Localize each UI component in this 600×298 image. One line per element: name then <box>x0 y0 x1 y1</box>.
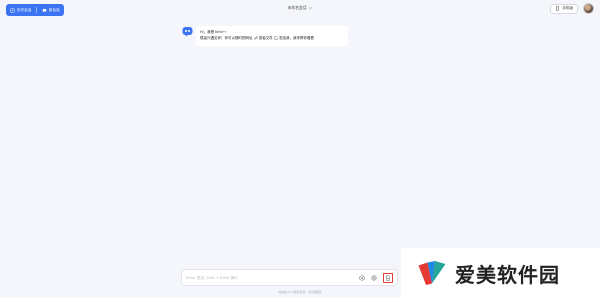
kimi-bot-icon <box>182 27 193 37</box>
assistant-message-bubble: Hi，我是 Kimi～ 很高兴遇见你！你可以随时把网址 或者文件 发给我，我来帮… <box>196 26 348 46</box>
conversation-title: 未命名会话 <box>287 5 307 10</box>
intro-text-part3: 发给我，我来帮你看看 <box>279 36 314 40</box>
new-chat-label: 新会话 <box>48 7 60 12</box>
intro-line: 很高兴遇见你！你可以随时把网址 或者文件 发给我，我来帮你看看 <box>200 35 344 41</box>
top-right-group: 手机版 <box>550 3 594 14</box>
history-button[interactable]: 历史会话 <box>10 8 31 13</box>
upload-file-button[interactable] <box>383 272 393 283</box>
message-composer <box>181 269 398 286</box>
conversation-title-dropdown[interactable]: 未命名会话 <box>288 5 313 11</box>
top-left-button-group: 历史会话 新会话 <box>6 4 64 16</box>
divider <box>36 7 37 13</box>
user-avatar[interactable] <box>583 3 594 14</box>
phone-version-button[interactable]: 手机版 <box>550 3 578 14</box>
model-settings-icon[interactable] <box>359 274 365 281</box>
phone-label: 手机版 <box>562 6 573 10</box>
new-chat-button[interactable]: 新会话 <box>42 8 60 13</box>
history-icon <box>10 8 15 12</box>
upload-file-icon <box>386 274 390 281</box>
watermark: 爱美软件园 <box>401 248 600 298</box>
link-icon <box>253 36 258 40</box>
intro-text-part2: 或者文件 <box>258 36 273 40</box>
history-label: 历史会话 <box>17 7 32 12</box>
composer-actions <box>359 272 393 283</box>
new-chat-icon <box>42 8 47 12</box>
message-input[interactable] <box>186 275 359 280</box>
watermark-text: 爱美软件园 <box>455 262 560 287</box>
web-search-icon[interactable] <box>371 274 377 281</box>
intro-text-part1: 很高兴遇见你！你可以随时把网址 <box>200 36 253 40</box>
phone-icon <box>556 6 560 11</box>
file-icon <box>274 36 278 40</box>
chevron-down-icon <box>309 7 312 9</box>
watermark-logo-icon <box>418 261 446 285</box>
